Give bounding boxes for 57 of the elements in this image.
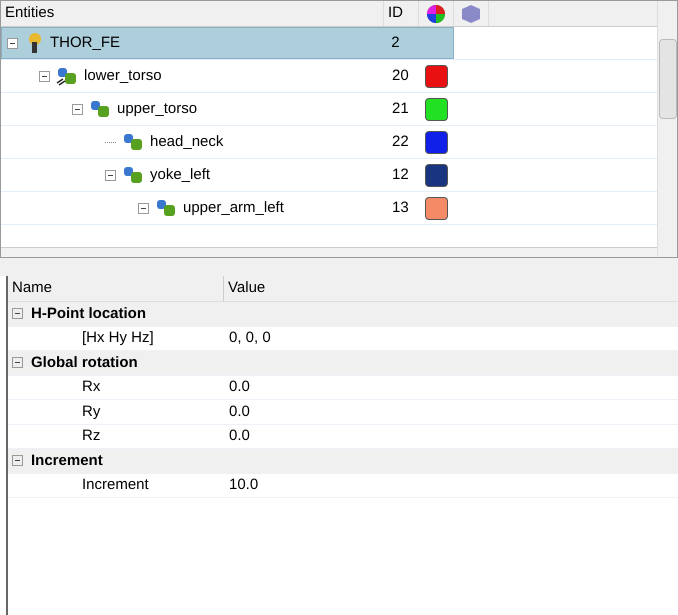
blocks-icon — [56, 66, 78, 86]
vertical-scrollbar[interactable] — [657, 1, 677, 257]
tree-row[interactable]: head_neck 22 — [1, 126, 454, 158]
entity-id: 12 — [391, 164, 410, 185]
property-name: Increment — [81, 475, 150, 495]
cube-icon[interactable] — [460, 4, 482, 24]
property-value: 0.0 — [228, 426, 250, 446]
property-name: Rx — [81, 377, 102, 397]
blocks-icon — [155, 198, 177, 218]
collapse-icon[interactable] — [12, 308, 23, 320]
tree-row[interactable]: lower_torso 20 — [1, 60, 454, 92]
column-header[interactable]: Name — [8, 276, 224, 301]
collapse-icon[interactable] — [105, 170, 116, 180]
entity-name: yoke_left — [150, 164, 210, 185]
entity-name: upper_torso — [117, 98, 198, 119]
tree-row[interactable]: THOR_FE 2 — [1, 27, 454, 59]
property-name: Ry — [81, 402, 102, 422]
property-name: Rz — [81, 426, 102, 446]
collapse-icon[interactable] — [39, 70, 50, 82]
entity-name: head_neck — [150, 132, 224, 152]
blocks-icon — [89, 99, 111, 119]
group-title: H-Point location — [31, 304, 146, 324]
color-swatch[interactable] — [425, 196, 448, 220]
horizontal-scrollbar[interactable] — [1, 247, 657, 257]
collapse-icon[interactable] — [138, 202, 149, 214]
column-header[interactable]: ID — [384, 1, 419, 26]
tree-row[interactable]: upper_torso 21 — [1, 93, 454, 125]
color-swatch[interactable] — [425, 98, 448, 120]
entity-id: 22 — [391, 132, 410, 152]
entity-name: lower_torso — [84, 66, 162, 86]
tree-row[interactable]: yoke_left 12 — [1, 159, 454, 191]
collapse-icon[interactable] — [12, 455, 23, 466]
color-swatch[interactable] — [425, 64, 448, 88]
group-title: Global rotation — [31, 352, 138, 372]
column-header[interactable]: Value — [224, 276, 270, 301]
entity-name: upper_arm_left — [183, 198, 284, 218]
entity-id: 2 — [390, 32, 401, 53]
collapse-icon[interactable] — [12, 357, 23, 368]
entity-id: 20 — [391, 66, 410, 86]
entity-id: 13 — [391, 198, 410, 218]
property-name: [Hx Hy Hz] — [81, 328, 155, 348]
property-value: 0.0 — [228, 402, 250, 422]
blocks-icon — [122, 165, 144, 185]
collapse-icon[interactable] — [72, 104, 83, 114]
blocks-icon — [122, 132, 144, 152]
collapse-icon[interactable] — [7, 38, 18, 48]
tree-row[interactable]: upper_arm_left 13 — [1, 192, 454, 224]
property-value: 0.0 — [228, 377, 250, 397]
property-value: 0, 0, 0 — [228, 328, 271, 348]
color-swatch[interactable] — [425, 164, 448, 186]
color-swatch[interactable] — [425, 130, 448, 154]
column-header[interactable]: Entities — [1, 1, 384, 26]
property-value: 10.0 — [228, 475, 258, 495]
entity-name: THOR_FE — [50, 32, 120, 53]
group-title: Increment — [31, 450, 103, 470]
entity-id: 21 — [391, 98, 410, 119]
color-wheel-icon[interactable] — [426, 4, 446, 24]
